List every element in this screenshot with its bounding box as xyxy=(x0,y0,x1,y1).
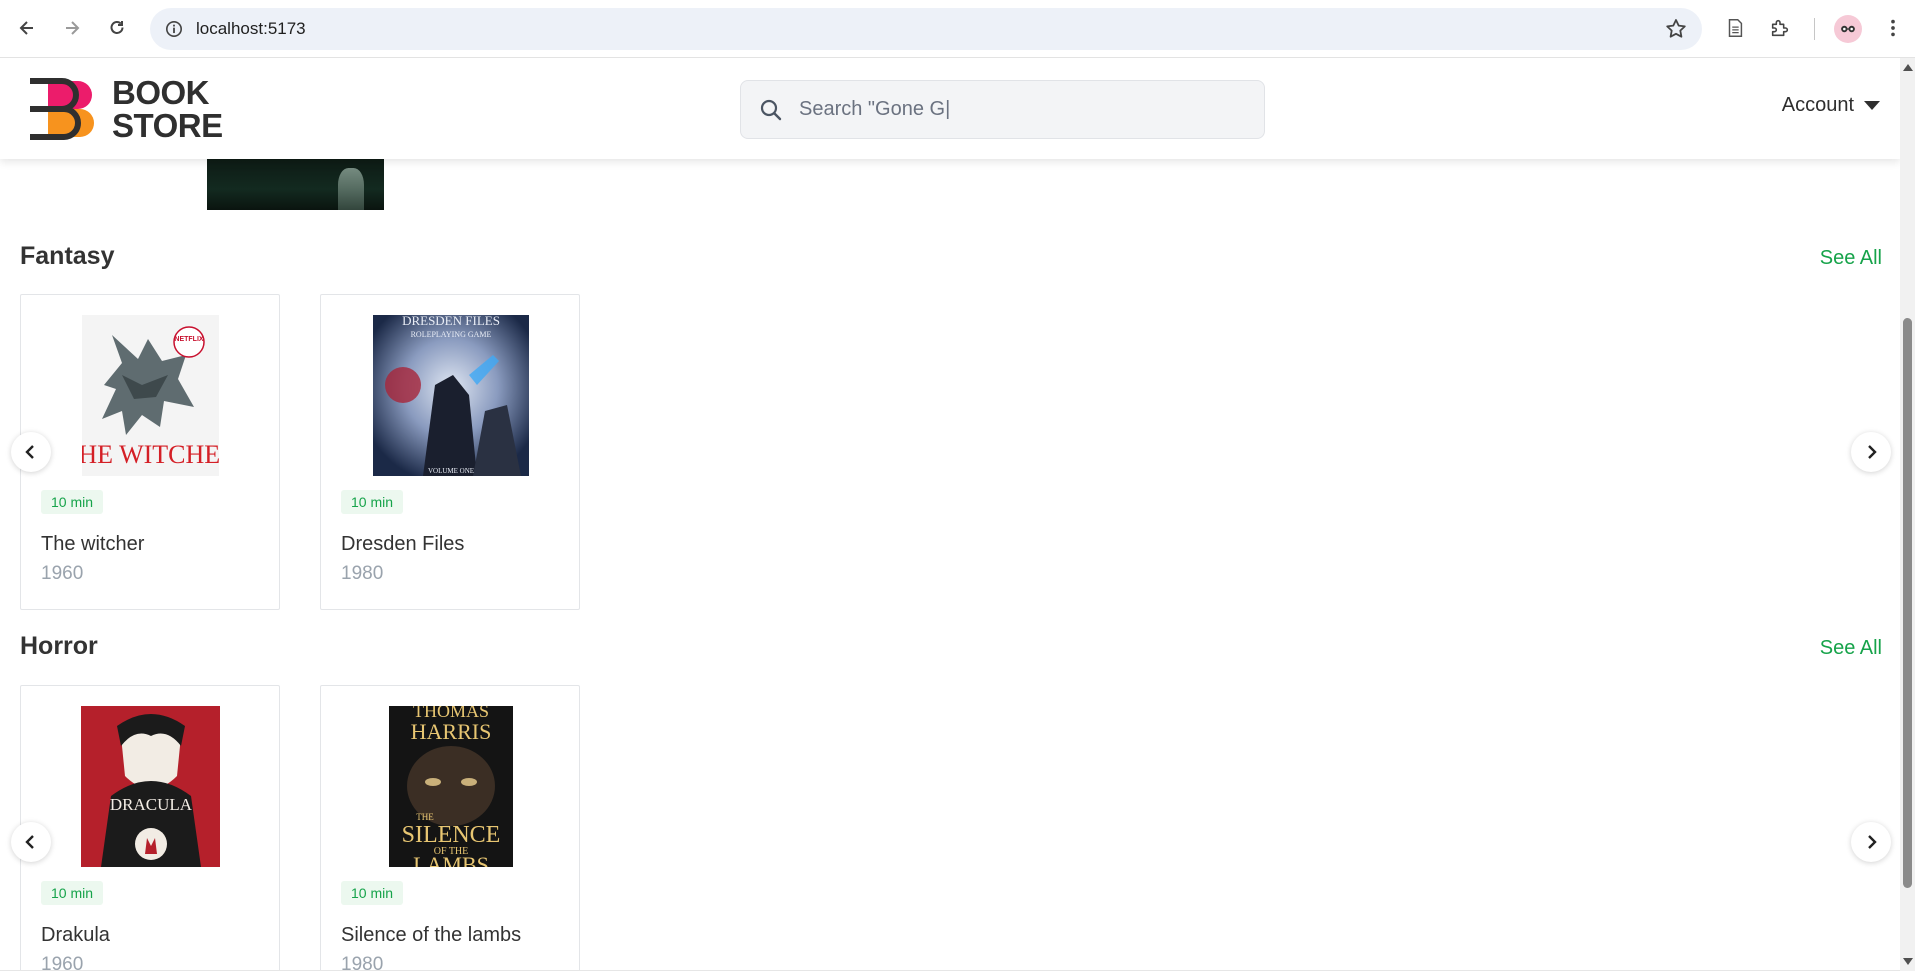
search-icon xyxy=(757,96,785,124)
book-year: 1960 xyxy=(41,563,84,584)
carousel-next-button-horror[interactable] xyxy=(1851,822,1891,862)
scroll-thumb[interactable] xyxy=(1903,318,1912,888)
bookmark-star-icon[interactable] xyxy=(1664,17,1688,41)
book-card[interactable]: DRESDEN FILES ROLEPLAYING GAME VOLUME ON… xyxy=(320,294,580,610)
dresden-cover-subtitle: ROLEPLAYING GAME xyxy=(411,330,492,339)
carousel-next-button-fantasy[interactable] xyxy=(1851,432,1891,472)
chevron-right-icon xyxy=(1868,445,1877,459)
scroll-down-arrow-icon[interactable] xyxy=(1903,958,1913,965)
back-arrow-icon[interactable] xyxy=(12,13,42,43)
book-title: Silence of the lambs xyxy=(341,924,522,946)
silence-cover-silence: SILENCE xyxy=(402,822,501,848)
duration-badge: 10 min xyxy=(341,490,404,514)
bookstore-logo[interactable]: BOOK STORE xyxy=(26,76,223,142)
book-year: 1960 xyxy=(41,954,84,971)
logo-text: BOOK STORE xyxy=(112,76,223,142)
book-card[interactable]: DRACULA 10 min Drakula 1960 xyxy=(20,685,280,971)
reading-list-icon[interactable] xyxy=(1722,15,1748,41)
dresden-cover-footer: VOLUME ONE xyxy=(428,467,474,475)
duration-badge: 10 min xyxy=(41,881,104,905)
book-cover-witcher: NETFLIX THE WITCHER xyxy=(82,315,219,476)
forward-arrow-icon[interactable] xyxy=(57,13,87,43)
site-info-icon[interactable] xyxy=(162,17,186,41)
url-text: localhost:5173 xyxy=(196,19,306,38)
book-title: The witcher xyxy=(41,533,145,555)
silence-cover-art: THOMAS HARRIS THE SILENCE OF THE LAMBS xyxy=(389,706,513,867)
see-all-fantasy-link[interactable]: See All xyxy=(1820,247,1882,270)
profile-avatar[interactable] xyxy=(1834,15,1862,43)
chevron-left-icon xyxy=(25,835,34,849)
book-year: 1980 xyxy=(341,563,384,584)
book-card[interactable]: THOMAS HARRIS THE SILENCE OF THE LAMBS 1… xyxy=(320,685,580,971)
netflix-badge-text: NETFLIX xyxy=(174,336,203,343)
witcher-cover-title: THE WITCHER xyxy=(82,440,219,469)
book-year: 1980 xyxy=(341,954,384,971)
page-viewport: BOOK STORE Account Fantasy See All NE xyxy=(0,58,1900,971)
dresden-cover-art: DRESDEN FILES ROLEPLAYING GAME VOLUME ON… xyxy=(373,315,529,476)
caret-down-icon xyxy=(1864,101,1880,110)
site-header: BOOK STORE Account xyxy=(0,58,1900,159)
previous-section-book-cover[interactable] xyxy=(207,158,384,210)
extensions-puzzle-icon[interactable] xyxy=(1767,15,1793,41)
more-menu-icon[interactable] xyxy=(1880,15,1906,41)
address-bar[interactable]: localhost:5173 xyxy=(150,8,1702,50)
silence-cover-author-last: HARRIS xyxy=(411,719,492,744)
dresden-cover-title: DRESDEN FILES xyxy=(402,315,500,328)
silence-cover-lambs: LAMBS xyxy=(413,852,489,867)
account-label: Account xyxy=(1781,94,1854,116)
toolbar-divider xyxy=(1814,18,1815,40)
logo-mark-icon xyxy=(30,78,94,140)
dracula-cover-title: DRACULA xyxy=(110,795,193,814)
logo-line-2: STORE xyxy=(112,107,223,144)
duration-badge: 10 min xyxy=(41,490,104,514)
book-cover-dracula: DRACULA xyxy=(81,706,220,867)
logo-line-1: BOOK xyxy=(112,74,209,111)
reload-icon[interactable] xyxy=(102,13,132,43)
duration-badge: 10 min xyxy=(341,881,404,905)
section-title-fantasy: Fantasy xyxy=(20,242,115,270)
chevron-right-icon xyxy=(1868,835,1877,849)
witcher-cover-art: NETFLIX THE WITCHER xyxy=(82,315,219,476)
viewport-bottom-edge xyxy=(0,970,1900,971)
search-box[interactable] xyxy=(740,80,1265,139)
chevron-left-icon xyxy=(25,445,34,459)
book-card[interactable]: NETFLIX THE WITCHER 10 min The witcher 1… xyxy=(20,294,280,610)
carousel-prev-button-horror[interactable] xyxy=(11,822,51,862)
book-cover-silence: THOMAS HARRIS THE SILENCE OF THE LAMBS xyxy=(389,706,513,867)
scroll-up-arrow-icon[interactable] xyxy=(1903,64,1913,71)
see-all-horror-link[interactable]: See All xyxy=(1820,637,1882,660)
search-input[interactable] xyxy=(799,98,1219,121)
carousel-prev-button-fantasy[interactable] xyxy=(11,432,51,472)
section-title-horror: Horror xyxy=(20,632,98,660)
page-scrollbar[interactable] xyxy=(1900,58,1915,971)
book-title: Drakula xyxy=(41,924,110,946)
book-title: Dresden Files xyxy=(341,533,465,555)
silence-cover-the: THE xyxy=(416,812,434,822)
account-menu[interactable]: Account xyxy=(1782,94,1880,117)
book-cover-dresden: DRESDEN FILES ROLEPLAYING GAME VOLUME ON… xyxy=(373,315,529,476)
browser-toolbar: localhost:5173 xyxy=(0,0,1915,58)
dracula-cover-art: DRACULA xyxy=(81,706,220,867)
